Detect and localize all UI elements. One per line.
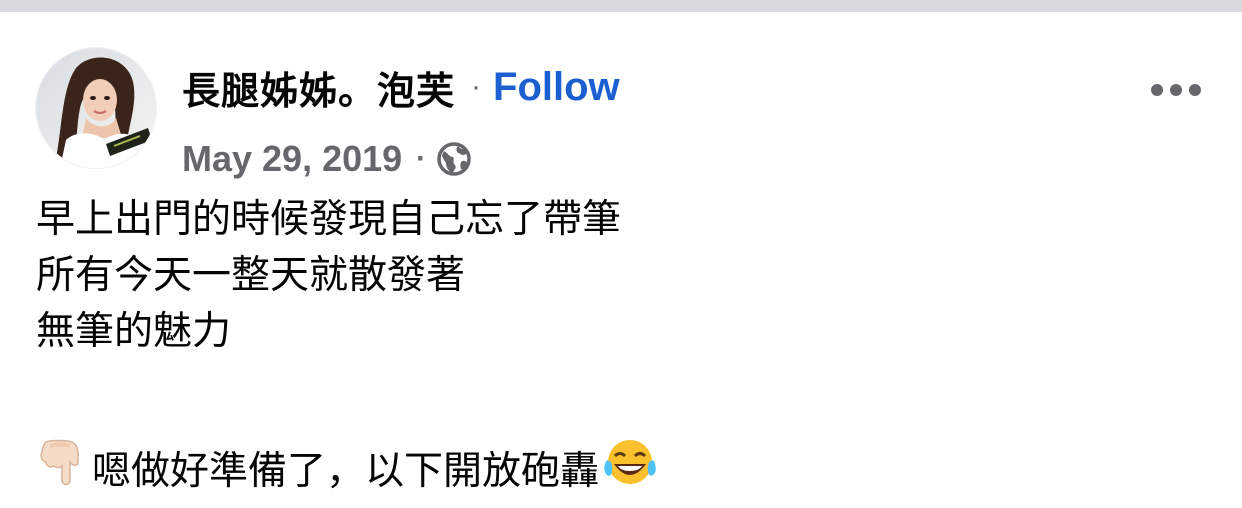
post-text-blank-line [36,360,1206,416]
post-text-last: 嗯做好準備了，以下開放砲轟 [92,449,600,494]
author-name[interactable]: 長腿姊姊。泡芙 [182,60,455,115]
post-text-line-with-emoji: 嗯做好準備了，以下開放砲轟 [36,439,1206,500]
separator-dot: · [471,70,482,103]
more-options-icon [1151,84,1201,96]
post-text-line: 早上出門的時候發現自己忘了帶筆 [36,197,622,242]
post-card: 長腿姊姊。泡芙 · Follow May 29, 2019 · 早上出門的時候發… [0,12,1242,506]
meta-separator-dot: · [416,142,427,175]
feed-divider [0,0,1242,12]
post-date[interactable]: May 29, 2019 [182,138,402,180]
post-text-line: 所有今天一整天就散發著 [36,253,466,298]
author-avatar[interactable] [36,48,156,168]
author-line: 長腿姊姊。泡芙 · Follow [182,60,620,115]
follow-button[interactable]: Follow [493,65,620,110]
post-meta: May 29, 2019 · [182,134,472,184]
globe-icon[interactable] [436,141,472,177]
post-text-line: 無筆的魅力 [36,309,232,354]
tears-of-joy-emoji-icon [601,436,659,508]
avatar-photo [36,48,156,168]
pointing-down-emoji-icon [36,436,92,508]
more-options-button[interactable] [1146,70,1206,110]
post-body: 早上出門的時候發現自己忘了帶筆 所有今天一整天就散發著 無筆的魅力 嗯做好準備了… [36,192,1206,500]
